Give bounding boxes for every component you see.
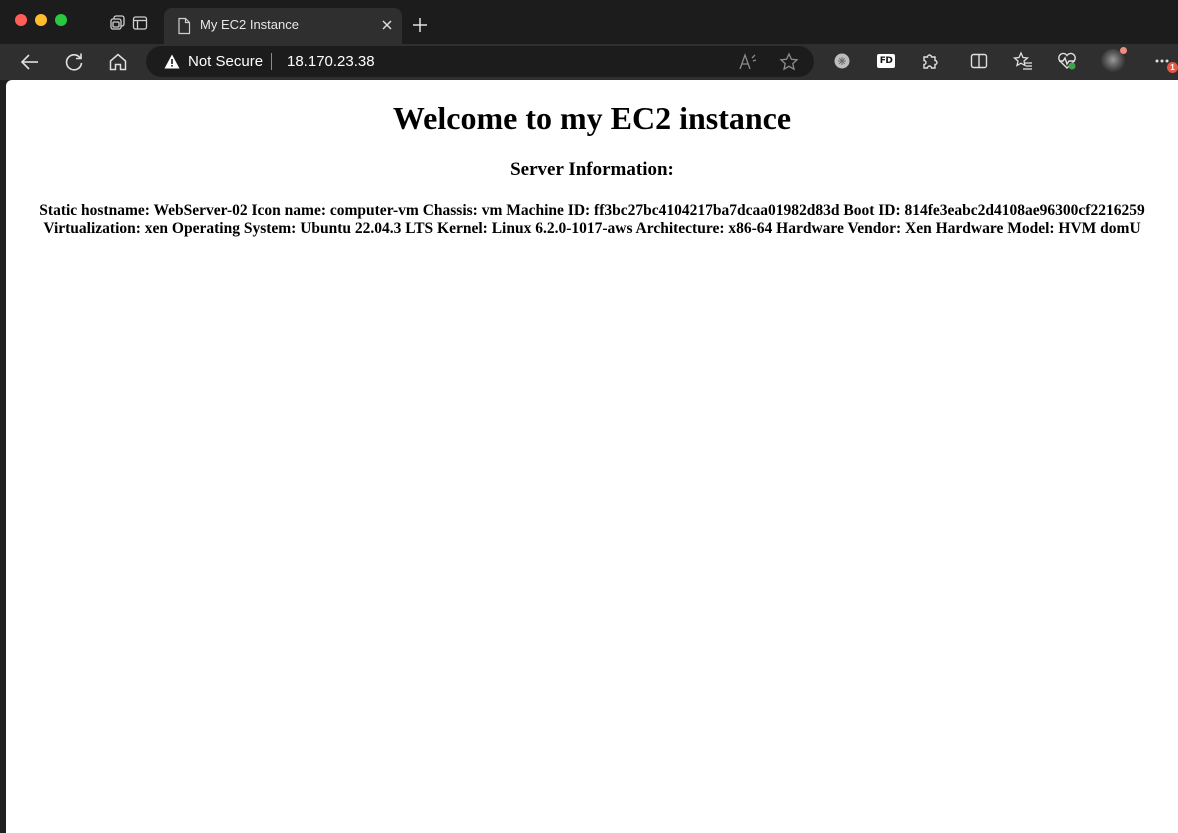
heart-pulse-icon[interactable] — [1055, 49, 1079, 73]
notification-badge: 1 — [1167, 62, 1178, 73]
tab-bar: My EC2 Instance — [0, 0, 1178, 44]
security-label[interactable]: Not Secure — [188, 53, 263, 70]
back-arrow-icon[interactable] — [18, 50, 42, 74]
address-divider — [271, 53, 272, 70]
home-icon[interactable] — [106, 50, 130, 74]
puzzle-icon[interactable] — [918, 49, 942, 73]
page-title: Welcome to my EC2 instance — [392, 100, 792, 136]
page-viewport: Welcome to my EC2 instance Server Inform… — [6, 80, 1178, 833]
profile-status-dot — [1120, 47, 1127, 54]
url-text[interactable]: 18.170.23.38 — [287, 53, 375, 70]
warning-icon[interactable] — [164, 54, 180, 69]
tab-actions-icon[interactable] — [109, 14, 127, 32]
plus-icon[interactable] — [410, 15, 430, 35]
tab-title: My EC2 Instance — [200, 17, 299, 32]
star-icon[interactable] — [779, 52, 799, 72]
refresh-icon[interactable] — [62, 50, 86, 74]
server-info-text: Static hostname: WebServer-02 Icon name:… — [39, 202, 1145, 237]
maximize-window-button[interactable] — [55, 14, 67, 26]
browser-toolbar: Not Secure 18.170.23.38 FD 1 — [0, 44, 1178, 80]
section-heading: Server Information: — [510, 159, 674, 180]
document-icon — [176, 17, 192, 35]
browser-window: My EC2 Instance Not Secure 18.170.23.38 … — [0, 0, 1178, 833]
profile-button[interactable] — [1101, 47, 1127, 73]
tab-active[interactable]: My EC2 Instance — [164, 8, 402, 44]
minimize-window-button[interactable] — [35, 14, 47, 26]
close-window-button[interactable] — [15, 14, 27, 26]
address-bar[interactable]: Not Secure 18.170.23.38 — [146, 46, 814, 77]
avatar[interactable] — [1101, 47, 1127, 73]
close-icon[interactable] — [380, 18, 394, 32]
split-screen-icon[interactable] — [967, 49, 991, 73]
fd-badge-label: FD — [877, 54, 895, 68]
favorites-icon[interactable] — [1011, 49, 1035, 73]
fd-extension-icon[interactable]: FD — [874, 49, 898, 73]
read-aloud-icon[interactable] — [738, 52, 758, 72]
more-icon[interactable]: 1 — [1146, 49, 1178, 73]
vertical-tabs-icon[interactable] — [131, 14, 149, 32]
extension-circle-icon[interactable] — [830, 49, 854, 73]
